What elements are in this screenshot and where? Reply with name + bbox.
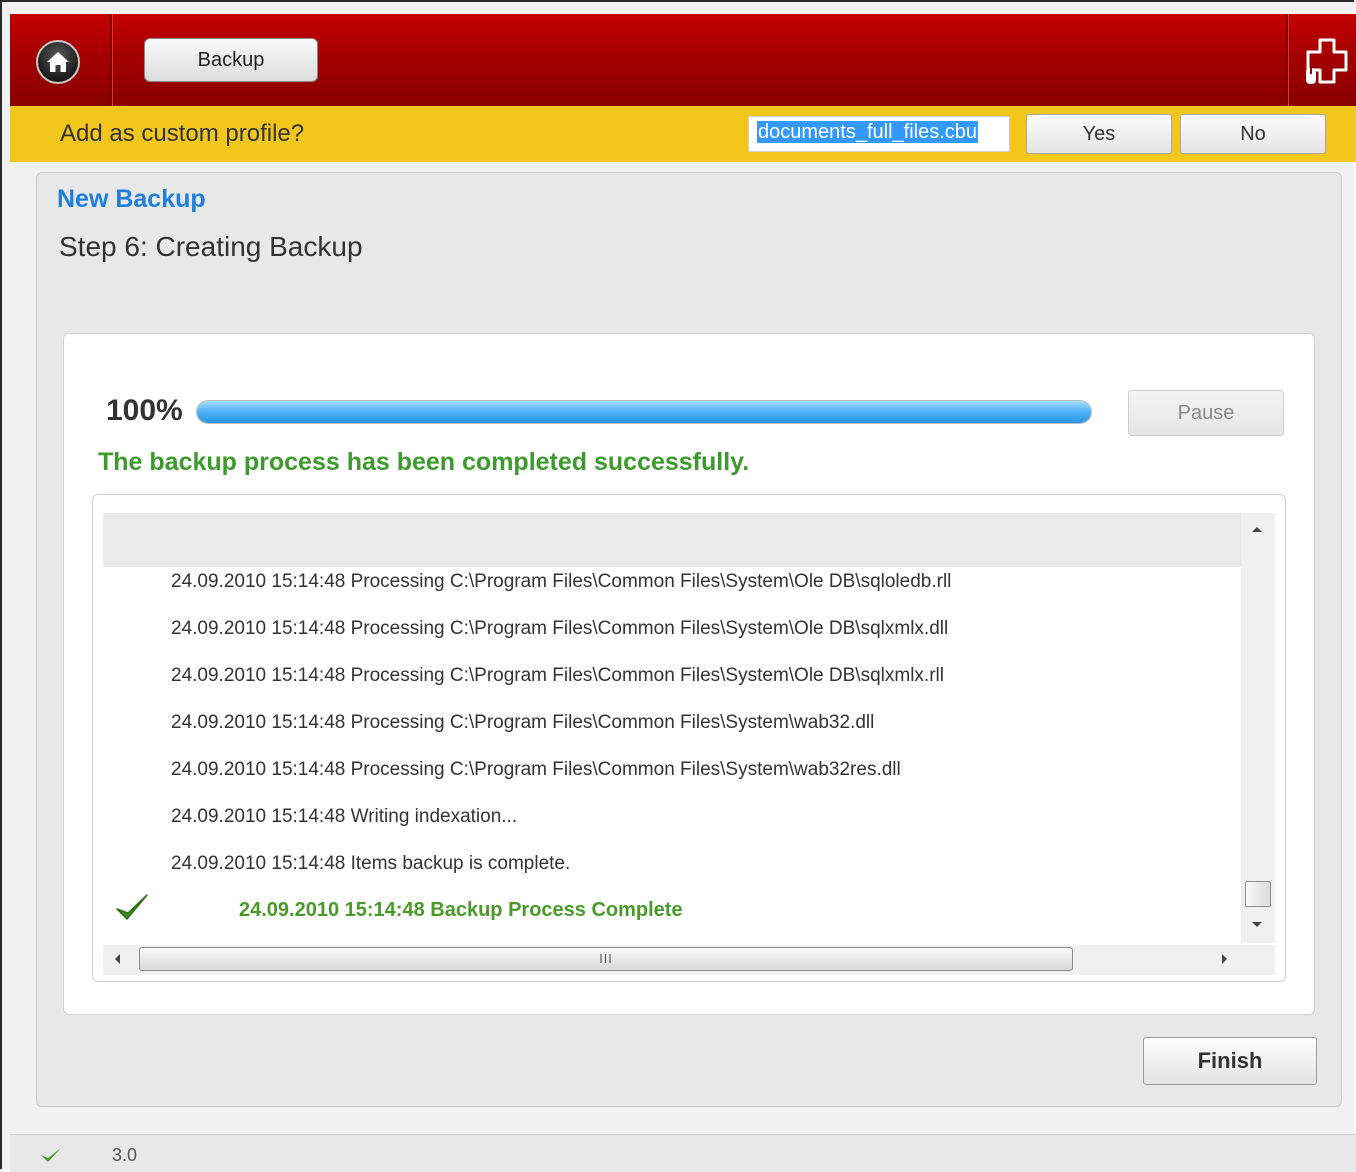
profile-name-selected-text: documents_full_files.cbu — [757, 121, 979, 143]
scroll-left-icon[interactable] — [113, 953, 121, 965]
yes-button[interactable]: Yes — [1026, 114, 1172, 154]
profile-name-input[interactable]: documents_full_files.cbu — [748, 116, 1010, 152]
prompt-text: Add as custom profile? — [60, 120, 305, 147]
app-window: Backup Add as custom profile? documents_… — [0, 0, 1356, 1172]
vertical-scroll-thumb[interactable] — [1245, 881, 1271, 907]
horizontal-scroll-thumb[interactable]: III — [139, 947, 1073, 971]
log-line: 24.09.2010 15:14:48 Processing C:\Progra… — [171, 712, 875, 733]
pause-button[interactable]: Pause — [1128, 390, 1284, 436]
step-title: Step 6: Creating Backup — [59, 231, 363, 262]
log-header — [103, 513, 1241, 567]
custom-profile-prompt: Add as custom profile? documents_full_fi… — [10, 106, 1356, 162]
scroll-right-icon[interactable] — [1221, 953, 1229, 965]
scroll-up-icon[interactable] — [1251, 525, 1263, 533]
log-line: 24.09.2010 15:14:48 Writing indexation..… — [171, 806, 518, 827]
plugin-icon[interactable] — [1298, 34, 1356, 90]
vertical-scrollbar[interactable] — [1241, 513, 1275, 943]
log-line: 24.09.2010 15:14:48 Processing C:\Progra… — [171, 665, 944, 686]
backup-tab[interactable]: Backup — [144, 38, 318, 82]
home-icon — [47, 52, 69, 72]
progress-percent: 100% — [106, 394, 183, 427]
version-label: 3.0 — [112, 1145, 138, 1165]
no-button[interactable]: No — [1180, 114, 1326, 154]
success-message: The backup process has been completed su… — [98, 448, 750, 476]
header-bar: Backup — [10, 14, 1356, 108]
header-divider — [110, 14, 112, 106]
header-divider — [1286, 14, 1288, 106]
log-line: 24.09.2010 15:14:48 Processing C:\Progra… — [171, 759, 901, 780]
backup-panel: New Backup Step 6: Creating Backup 100% … — [36, 172, 1342, 1107]
finish-button[interactable]: Finish — [1143, 1037, 1317, 1085]
scroll-grip: III — [599, 952, 613, 966]
home-button[interactable] — [36, 40, 80, 84]
status-bar: 3.0 — [10, 1134, 1356, 1172]
checkmark-icon — [116, 894, 148, 920]
progress-section: 100% Pause The backup process has been c… — [63, 333, 1315, 1015]
log-list[interactable]: 24.09.2010 15:14:48 Processing C:\Progra… — [92, 494, 1286, 982]
log-line: 24.09.2010 15:14:48 Processing C:\Progra… — [171, 618, 949, 639]
scroll-down-icon[interactable] — [1251, 921, 1263, 929]
progress-bar — [196, 400, 1092, 424]
panel-title: New Backup — [57, 185, 206, 213]
log-line: 24.09.2010 15:14:48 Items backup is comp… — [171, 853, 571, 874]
log-line: 24.09.2010 15:14:48 Processing C:\Progra… — [171, 571, 952, 592]
horizontal-scrollbar[interactable]: III — [103, 945, 1275, 975]
log-final-line: 24.09.2010 15:14:48 Backup Process Compl… — [239, 899, 683, 921]
progress-fill — [197, 401, 1091, 423]
status-check-icon — [41, 1148, 61, 1162]
